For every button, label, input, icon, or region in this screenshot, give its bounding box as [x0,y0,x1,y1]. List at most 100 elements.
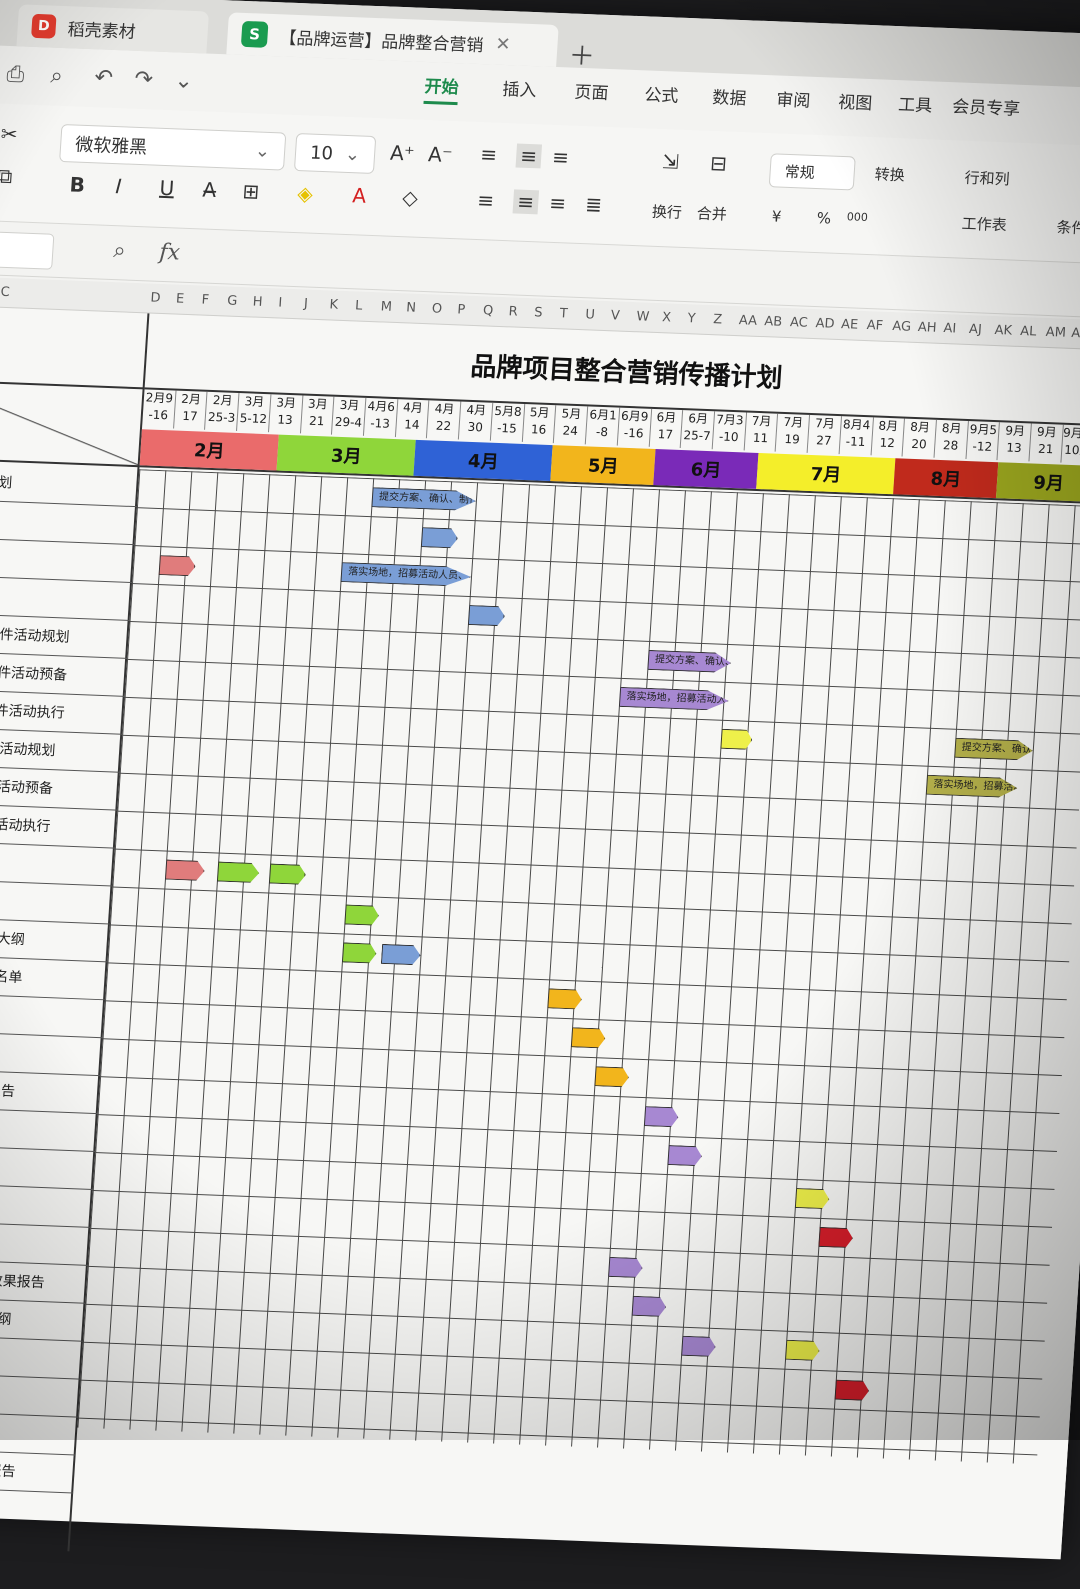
column-letter[interactable]: C [0,285,10,300]
align-center-icon[interactable]: ≡ [513,189,539,214]
bold-button[interactable]: B [69,172,86,197]
column-letter[interactable]: AC [789,315,808,331]
task-row-label[interactable]: 初最有fee事件活动规划 [0,613,130,659]
wrap-text-icon[interactable]: ⇲ [661,149,679,174]
align-middle-icon[interactable]: ≡ [516,143,542,168]
column-letter[interactable]: AN [1071,326,1080,342]
task-row-label[interactable] [0,841,115,887]
column-letter[interactable]: Z [713,312,723,327]
column-letter[interactable]: U [585,307,595,322]
column-letter[interactable]: N [406,300,417,315]
align-left-icon[interactable]: ≡ [477,188,495,213]
task-row-label[interactable]: Final Event活动规划 [0,727,122,773]
align-top-icon[interactable]: ≡ [480,142,498,167]
thousands-button[interactable]: 000 [846,210,868,224]
column-letter[interactable]: L [355,298,363,313]
menu-tab-2[interactable]: 页面 [574,78,610,104]
task-row-label[interactable]: 猫产品上市媒体名单 [0,954,107,1000]
column-letter[interactable]: X [662,310,672,325]
column-letter[interactable]: O [431,301,442,316]
column-letter[interactable]: AJ [969,322,983,337]
column-letter[interactable]: G [227,293,238,308]
tab-daoke[interactable]: D 稻壳素材 [16,4,209,53]
column-letter[interactable]: P [457,302,466,317]
column-letter[interactable]: AD [815,316,835,332]
column-letter[interactable]: AK [994,323,1012,339]
task-row-label[interactable]: 欧亚事件稿件传播效果报告 [0,1258,88,1304]
task-row-label[interactable]: 最有fee媒体名单 [0,1334,83,1380]
align-right-icon[interactable]: ≡ [549,191,567,216]
name-box[interactable] [0,230,54,270]
italic-button[interactable]: I [115,174,122,198]
task-row-label[interactable]: 有fee稿件传播效果报告 [0,1447,76,1493]
chevron-down-icon[interactable]: ⌄ [174,68,194,94]
task-row-label[interactable]: 欧亚事件媒体名单 [0,1144,95,1190]
column-letter[interactable]: AH [917,320,937,336]
zoom-icon[interactable]: ⌕ [113,238,127,263]
task-row-label[interactable]: 稿件发布完毕 [0,1030,103,1076]
task-row-label[interactable]: 最有fee发布新闻大纲 [0,1296,85,1342]
redo-icon[interactable]: ↷ [134,67,154,93]
column-letter[interactable]: Q [483,303,494,318]
column-letter[interactable]: AF [866,318,883,334]
convert-button[interactable]: 转换 [874,163,905,185]
menu-tab-1[interactable]: 插入 [502,75,538,101]
print-preview-icon[interactable]: ⌕ [50,64,64,89]
merge-cells-button[interactable]: 合并 [696,202,727,224]
column-letter[interactable]: AA [738,313,757,329]
task-row-label[interactable]: 猫新闻初稿 [0,992,105,1038]
menu-tab-7[interactable]: 工具 [898,90,934,116]
number-format-select[interactable]: 常规 [769,153,856,190]
border-icon[interactable]: ⊞ [242,179,260,204]
column-letter[interactable]: H [252,294,263,309]
menu-tab-4[interactable]: 数据 [712,83,748,109]
task-row-label[interactable]: 初最有fee事件活动预备 [0,651,127,697]
column-letter[interactable]: AB [764,314,783,330]
menu-tab-0[interactable]: 开始 [423,72,459,105]
column-letter[interactable]: AG [892,319,912,335]
column-letter[interactable]: K [329,297,338,312]
column-letter[interactable]: AM [1045,325,1066,341]
column-letter[interactable]: J [303,296,308,311]
task-row-label[interactable]: 初最有fee事件活动执行 [0,689,125,735]
eraser-icon[interactable]: ◇ [402,185,419,210]
column-letter[interactable]: S [534,305,543,320]
task-row-label[interactable]: fee稿件发布完毕 [0,1410,78,1456]
task-row-label[interactable]: 活动活动规划 [0,461,139,507]
merge-cells-icon[interactable]: ⊟ [709,151,727,176]
column-letter[interactable]: R [508,304,518,319]
column-letter[interactable]: AL [1020,324,1037,340]
justify-icon[interactable]: ≣ [584,192,602,217]
column-letter[interactable]: T [559,306,568,321]
task-row-label[interactable]: Final Event活动执行 [0,803,117,849]
conditional-format-button[interactable]: 条件 [1056,216,1080,238]
column-letter[interactable]: I [278,295,283,310]
undo-icon[interactable]: ↶ [94,65,114,91]
menu-tab-3[interactable]: 公式 [644,80,680,106]
column-letter[interactable]: M [380,299,392,314]
fx-icon[interactable]: fx [159,240,181,266]
font-color-icon[interactable]: A [352,183,367,207]
task-row-label[interactable]: 活动预备 [0,537,134,583]
wrap-text-button[interactable]: 换行 [651,201,682,223]
worksheet-button[interactable]: 工作表 [961,213,1007,236]
font-size-select[interactable]: 10 ⌄ [294,133,376,174]
strikethrough-icon[interactable]: A̶ [202,177,217,201]
task-row-label[interactable]: 事件稿件发布完毕 [0,1220,90,1266]
task-row-label[interactable]: 明星邀请 [0,499,137,545]
underline-button[interactable]: U [159,176,175,201]
task-row-label[interactable]: 猫稿件传播效果报告 [0,1068,100,1114]
column-letter[interactable]: AI [943,321,957,336]
task-row-label[interactable]: 活动执行 [0,575,132,621]
decrease-font-icon[interactable]: A⁻ [427,142,453,167]
task-row-label[interactable]: 最有fee新闻初稿 [0,1372,81,1418]
rows-cols-button[interactable]: 行和列 [964,167,1010,190]
menu-tab-6[interactable]: 视图 [838,88,874,114]
fill-color-icon[interactable]: ◈ [297,181,314,206]
percent-button[interactable]: % [816,209,831,228]
column-letter[interactable]: D [150,291,161,306]
column-letter[interactable]: Y [687,311,696,326]
font-family-select[interactable]: 微软雅黑 ⌄ [59,124,286,171]
column-letter[interactable]: E [176,292,185,307]
align-bottom-icon[interactable]: ≡ [551,145,569,170]
